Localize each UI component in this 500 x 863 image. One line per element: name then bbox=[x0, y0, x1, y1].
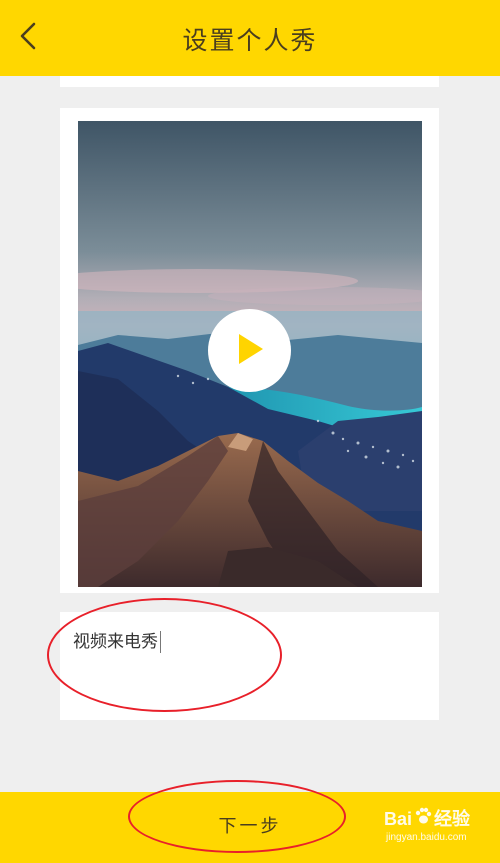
caption-card: 视频来电秀 bbox=[60, 612, 439, 720]
text-cursor bbox=[160, 631, 161, 653]
bottom-bar: 下一步 Bai 经验 jingyan.baidu.com bbox=[0, 792, 500, 863]
caption-text: 视频来电秀 bbox=[73, 632, 158, 652]
chevron-left-icon bbox=[17, 21, 39, 55]
page-title: 设置个人秀 bbox=[182, 26, 318, 55]
back-button[interactable] bbox=[8, 18, 48, 58]
caption-input[interactable]: 视频来电秀 bbox=[73, 630, 161, 654]
play-button[interactable] bbox=[208, 309, 291, 392]
paw-icon bbox=[413, 806, 433, 831]
watermark-brand-left: Bai bbox=[384, 808, 413, 829]
next-step-button[interactable]: 下一步 bbox=[150, 804, 350, 850]
play-icon bbox=[235, 332, 265, 370]
watermark-brand-right: 经验 bbox=[434, 808, 471, 829]
baidu-jingyan-watermark: Bai 经验 jingyan.baidu.com bbox=[384, 806, 496, 850]
previous-card-edge bbox=[60, 76, 439, 87]
top-bar: 设置个人秀 bbox=[0, 0, 500, 76]
watermark-url: jingyan.baidu.com bbox=[386, 832, 467, 843]
